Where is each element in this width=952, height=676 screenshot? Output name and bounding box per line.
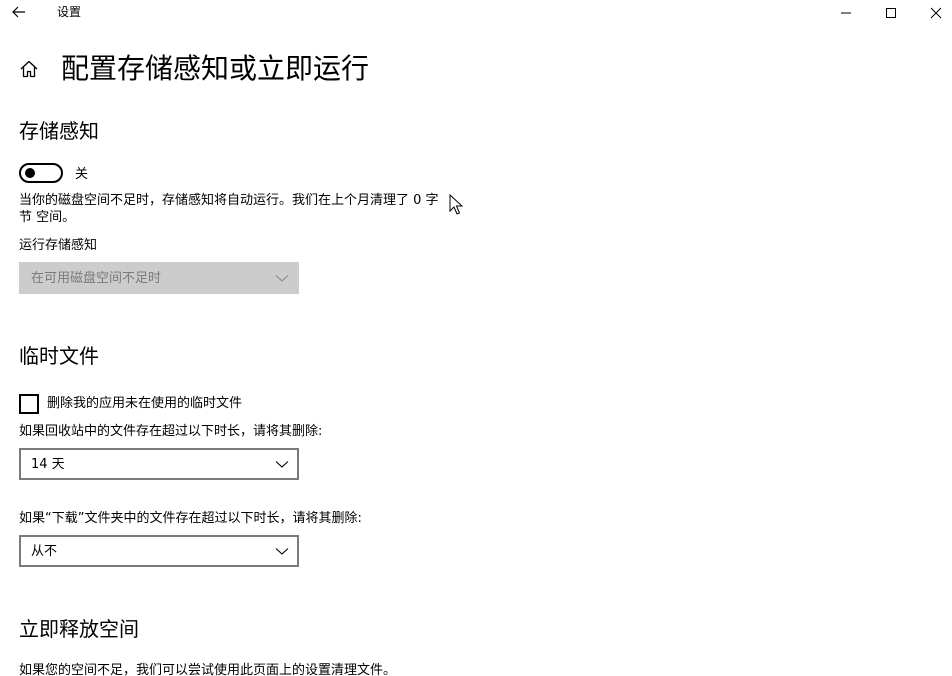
toggle-state-label: 关 [75, 167, 89, 182]
free-space-description: 如果您的空间不足，我们可以尝试使用此页面上的设置清理文件。 [19, 663, 397, 676]
close-button[interactable] [913, 0, 952, 25]
back-arrow-icon [12, 6, 25, 18]
page-title: 配置存储感知或立即运行 [61, 52, 370, 85]
back-button[interactable] [8, 2, 30, 22]
chevron-down-icon [275, 275, 289, 282]
maximize-icon [886, 7, 896, 18]
app-title: 设置 [57, 5, 82, 19]
dropdown-value: 从不 [31, 544, 58, 559]
free-space-heading: 立即释放空间 [19, 617, 139, 641]
downloads-dropdown[interactable]: 从不 [19, 535, 299, 567]
temp-files-heading: 临时文件 [19, 344, 99, 368]
chevron-down-icon [275, 548, 289, 555]
mouse-pointer-icon [449, 194, 463, 215]
run-storage-sense-dropdown[interactable]: 在可用磁盘空间不足时 [19, 262, 299, 294]
close-icon [930, 7, 942, 18]
maximize-button[interactable] [868, 0, 914, 25]
home-icon[interactable] [18, 58, 40, 80]
recycle-bin-dropdown[interactable]: 14 天 [19, 448, 299, 480]
recycle-bin-label: 如果回收站中的文件存在超过以下时长，请将其删除: [19, 424, 323, 439]
storage-sense-toggle[interactable] [19, 163, 63, 183]
delete-temp-files-checkbox[interactable] [19, 394, 39, 414]
downloads-label: 如果“下载”文件夹中的文件存在超过以下时长，请将其删除: [19, 511, 362, 526]
title-bar: 设置 [0, 0, 952, 25]
minimize-button[interactable] [823, 0, 869, 25]
storage-sense-description: 当你的磁盘空间不足时，存储感知将自动运行。我们在上个月清理了 0 字节 空间。 [19, 193, 439, 225]
run-storage-sense-label: 运行存储感知 [19, 238, 98, 253]
storage-sense-heading: 存储感知 [19, 119, 99, 143]
minimize-icon [841, 12, 851, 13]
delete-temp-files-label[interactable]: 删除我的应用未在使用的临时文件 [47, 395, 242, 412]
dropdown-value: 在可用磁盘空间不足时 [31, 271, 162, 286]
settings-window: 设置 配置存储感知或立即运行 存储感知 关 当你的磁盘空间不足时，存储感知将自动… [0, 0, 952, 676]
toggle-knob [25, 168, 35, 178]
dropdown-value: 14 天 [31, 457, 65, 472]
chevron-down-icon [275, 461, 289, 468]
